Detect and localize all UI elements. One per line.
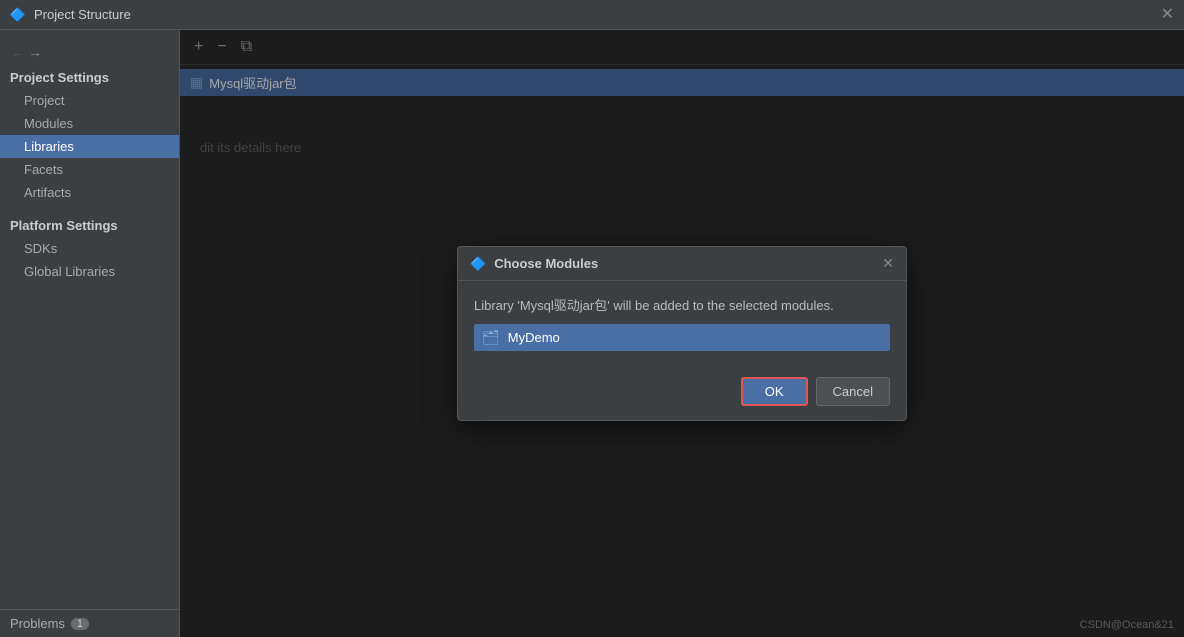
sidebar-spacer (0, 283, 179, 609)
platform-settings-header: Platform Settings (0, 214, 179, 237)
problems-bar[interactable]: Problems 1 (0, 609, 179, 637)
dialog-message: Library 'Mysql驱动jar包' will be added to t… (474, 295, 890, 314)
module-item[interactable]: 🗂 MyDemo (474, 324, 890, 351)
dialog-titlebar: 🔷 Choose Modules ✕ (458, 247, 906, 281)
forward-arrow-icon[interactable]: → (28, 44, 42, 60)
content-area: + − ⧉ ▦ Mysql驱动jar包 dit its details here… (180, 30, 1184, 637)
sidebar-item-sdks[interactable]: SDKs (0, 237, 179, 260)
dialog-footer: OK Cancel (458, 369, 906, 420)
project-settings-header: Project Settings (0, 66, 179, 89)
modal-overlay: 🔷 Choose Modules ✕ Library 'Mysql驱动jar包'… (180, 30, 1184, 637)
sidebar: ← → Project Settings Project Modules Lib… (0, 30, 180, 637)
window-title: Project Structure (34, 7, 131, 22)
module-label: MyDemo (508, 330, 560, 345)
back-arrow-icon[interactable]: ← (10, 44, 24, 60)
dialog-icon: 🔷 (470, 256, 486, 272)
choose-modules-dialog: 🔷 Choose Modules ✕ Library 'Mysql驱动jar包'… (457, 246, 907, 421)
sidebar-item-libraries[interactable]: Libraries (0, 135, 179, 158)
sidebar-item-facets[interactable]: Facets (0, 158, 179, 181)
nav-arrows: ← → (0, 38, 179, 66)
sidebar-item-artifacts[interactable]: Artifacts (0, 181, 179, 204)
title-bar: 🔷 Project Structure ✕ (0, 0, 1184, 30)
cancel-button[interactable]: Cancel (816, 377, 890, 406)
module-folder-icon: 🗂 (482, 329, 500, 346)
sidebar-item-global-libraries[interactable]: Global Libraries (0, 260, 179, 283)
main-layout: ← → Project Settings Project Modules Lib… (0, 30, 1184, 637)
title-bar-left: 🔷 Project Structure (10, 7, 131, 23)
dialog-body: Library 'Mysql驱动jar包' will be added to t… (458, 281, 906, 369)
problems-label: Problems (10, 616, 65, 631)
app-icon: 🔷 (10, 7, 26, 23)
problems-badge: 1 (71, 618, 89, 630)
window-close-button[interactable]: ✕ (1161, 7, 1174, 23)
sidebar-item-project[interactable]: Project (0, 89, 179, 112)
dialog-close-button[interactable]: ✕ (882, 255, 894, 272)
dialog-titlebar-left: 🔷 Choose Modules (470, 256, 598, 272)
ok-button[interactable]: OK (741, 377, 808, 406)
dialog-title: Choose Modules (494, 256, 598, 271)
sidebar-item-modules[interactable]: Modules (0, 112, 179, 135)
